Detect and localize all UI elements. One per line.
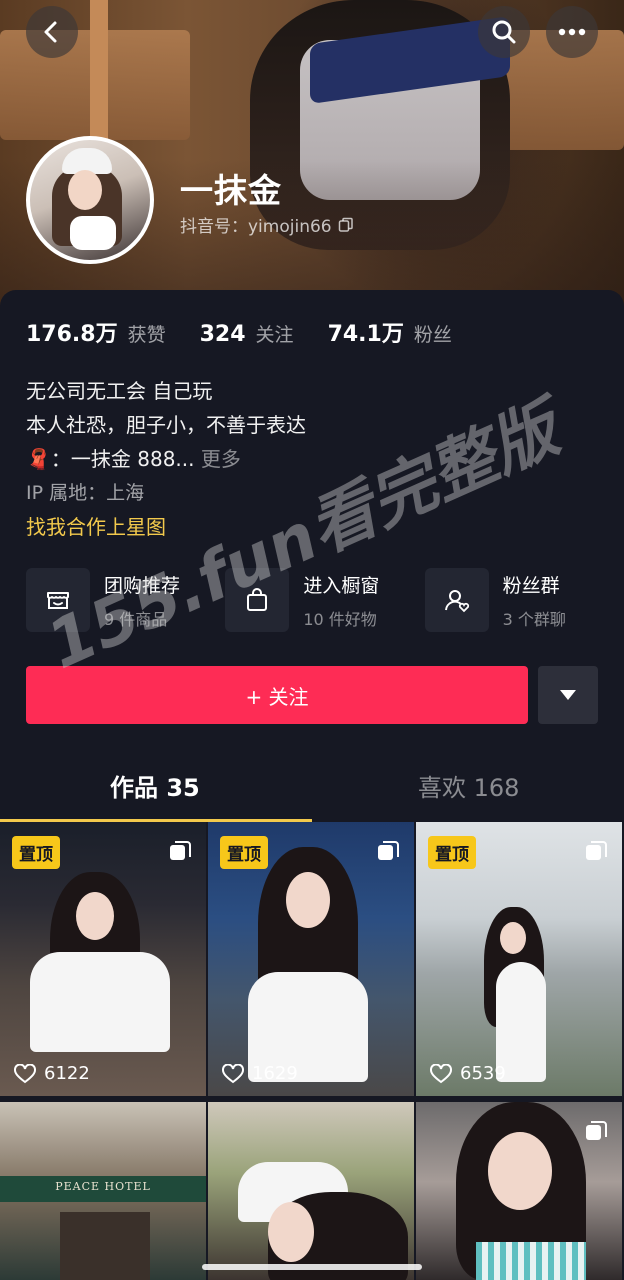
bio-more-link[interactable]: 更多 (201, 447, 241, 471)
like-count-text: 6539 (460, 1063, 506, 1084)
copy-icon[interactable] (338, 217, 354, 233)
heart-icon (222, 1063, 244, 1083)
thumb-striped-top (476, 1242, 586, 1280)
like-count-text: 6122 (44, 1063, 90, 1084)
stat-following-number: 324 (199, 322, 246, 347)
more-dots-icon (558, 28, 586, 36)
video-like-count: 1629 (222, 1063, 298, 1084)
back-button[interactable] (26, 6, 78, 58)
video-grid: 置顶 6122 置顶 1629 置顶 6539 PEACE HOTEL (0, 822, 624, 1280)
stat-likes[interactable]: 176.8万 获赞 (26, 316, 166, 348)
avatar-top (70, 216, 116, 250)
service-showcase-title: 进入橱窗 (303, 574, 380, 597)
bio-line-2: 本人社恐，胆子小，不善于表达 (26, 413, 306, 437)
stat-followers-number: 74.1万 (327, 322, 404, 347)
avatar-face (68, 170, 102, 210)
stat-followers-label: 粉丝 (413, 324, 452, 346)
bio-section: 无公司无工会 自己玩 本人社恐，胆子小，不善于表达 🧣：一抹金 888... 更… (26, 374, 306, 544)
like-count-text: 1629 (252, 1063, 298, 1084)
search-icon (492, 20, 516, 44)
video-like-count: 6539 (430, 1063, 506, 1084)
service-fan-group-sub: 3 个群聊 (502, 609, 566, 629)
multi-image-icon (586, 841, 607, 860)
collab-link[interactable]: 找我合作上星图 (26, 510, 306, 544)
thumb-face (286, 872, 330, 928)
thumb-face (488, 1132, 552, 1210)
heart-icon (430, 1063, 452, 1083)
tab-works[interactable]: 作品 35 (110, 768, 200, 803)
service-group-buy-sub: 9 件商品 (104, 609, 168, 629)
hotel-door (60, 1212, 150, 1280)
thumb-face (500, 922, 526, 954)
video-tile[interactable]: 置顶 6539 (416, 822, 622, 1096)
stat-following[interactable]: 324 关注 (200, 320, 294, 347)
stat-likes-label: 获赞 (127, 324, 166, 346)
shopping-bag-icon (225, 568, 290, 632)
bio-line-3-text: ：一抹金 888... (50, 447, 195, 471)
douyin-id[interactable]: 抖音号：yimojin66 (180, 212, 354, 237)
services-row: 团购推荐 9 件商品 进入橱窗 10 件好物 粉丝群 3 个群聊 (26, 568, 624, 632)
hotel-sign: PEACE HOTEL (55, 1180, 151, 1193)
more-options-button[interactable] (546, 6, 598, 58)
home-indicator[interactable] (202, 1264, 422, 1270)
stat-following-label: 关注 (255, 324, 294, 346)
service-fan-group-title: 粉丝群 (502, 574, 560, 597)
video-tile[interactable]: 置顶 6122 (0, 822, 206, 1096)
thumb-face (76, 892, 114, 940)
search-button[interactable] (478, 6, 530, 58)
triangle-down-icon (560, 690, 576, 700)
video-tile[interactable] (208, 1102, 414, 1280)
chevron-left-icon (44, 21, 57, 43)
fan-group-icon (424, 568, 489, 632)
pinned-badge: 置顶 (428, 836, 476, 869)
multi-image-icon (170, 841, 191, 860)
service-fan-group[interactable]: 粉丝群 3 个群聊 (424, 568, 624, 632)
multi-image-icon (378, 841, 399, 860)
tab-likes[interactable]: 喜欢 168 (418, 768, 519, 803)
content-tabs: 作品 35 喜欢 168 (0, 756, 624, 822)
bio-line-1: 无公司无工会 自己玩 (26, 379, 213, 403)
douyin-id-text: 抖音号：yimojin66 (180, 217, 332, 237)
bio-line-3[interactable]: 🧣：一抹金 888... 更多 (26, 442, 306, 476)
video-like-count: 6122 (14, 1063, 90, 1084)
service-showcase[interactable]: 进入橱窗 10 件好物 (225, 568, 424, 632)
video-tile[interactable]: PEACE HOTEL (0, 1102, 206, 1280)
stat-likes-number: 176.8万 (26, 322, 118, 347)
heart-icon (14, 1063, 36, 1083)
avatar[interactable] (26, 136, 154, 264)
service-group-buy-title: 团购推荐 (104, 574, 181, 597)
follow-button[interactable]: + 关注 (26, 666, 528, 724)
multi-image-icon (586, 1121, 607, 1140)
service-showcase-sub: 10 件好物 (303, 609, 377, 629)
video-tile[interactable]: 置顶 1629 (208, 822, 414, 1096)
thumb-top (30, 952, 170, 1052)
ip-location: IP 属地：上海 (26, 482, 145, 504)
scarf-emoji: 🧣 (26, 447, 51, 471)
group-buy-icon (26, 568, 90, 632)
video-tile[interactable] (416, 1102, 622, 1280)
recommend-dropdown-button[interactable] (538, 666, 598, 724)
profile-name: 一抹金 (180, 171, 282, 210)
pinned-badge: 置顶 (220, 836, 268, 869)
service-group-buy[interactable]: 团购推荐 9 件商品 (26, 568, 225, 632)
thumb-face (268, 1202, 314, 1262)
stat-followers[interactable]: 74.1万 粉丝 (328, 316, 452, 348)
pinned-badge: 置顶 (12, 836, 60, 869)
stats-row: 176.8万 获赞 324 关注 74.1万 粉丝 (26, 316, 452, 348)
